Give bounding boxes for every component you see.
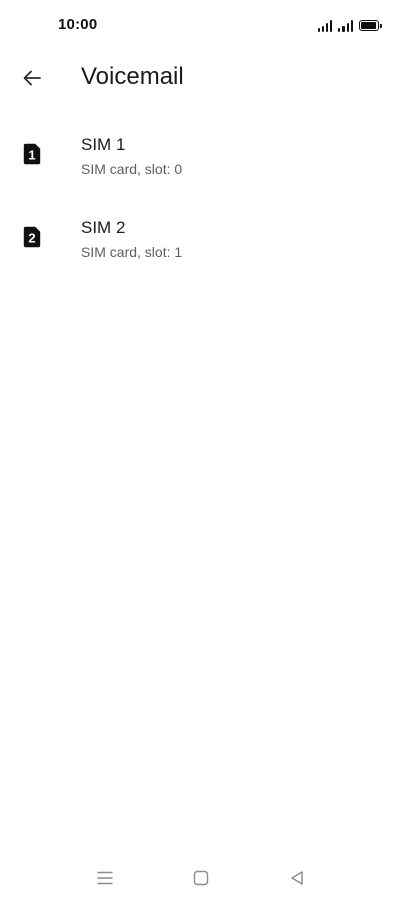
sim-badge: 1 [28,147,35,162]
home-button[interactable] [189,866,213,890]
menu-lines-icon [97,871,113,885]
home-square-icon [193,870,209,886]
status-time: 10:00 [58,16,98,33]
nav-back-button[interactable] [285,866,309,890]
app-bar: Voicemail [0,52,403,104]
status-icons [317,16,382,32]
back-button[interactable] [16,62,48,94]
battery-icon [359,20,382,31]
sim-subtitle: SIM card, slot: 0 [81,161,183,177]
list-item-sim-2[interactable]: 2 SIM 2 SIM card, slot: 1 [0,203,403,286]
signal-sim2-icon [338,20,353,32]
sim-card-2-icon: 2 [23,226,41,248]
sim-card-1-icon: 1 [23,143,41,165]
battery-fill [361,22,376,29]
sim-badge: 2 [28,230,35,245]
sim-subtitle: SIM card, slot: 1 [81,244,183,260]
navigation-bar [0,858,403,898]
recents-button[interactable] [93,866,117,890]
arrow-left-icon [23,70,41,86]
sim-title: SIM 2 [81,218,126,237]
sim-title: SIM 1 [81,135,126,154]
list-item-sim-1[interactable]: 1 SIM 1 SIM card, slot: 0 [0,120,403,203]
signal-sim1-icon [317,20,333,32]
page-title: Voicemail [81,63,184,90]
back-triangle-icon [291,871,303,885]
status-bar: 10:00 [0,0,403,52]
sim-list: 1 SIM 1 SIM card, slot: 0 2 SIM 2 SIM ca… [0,120,403,286]
